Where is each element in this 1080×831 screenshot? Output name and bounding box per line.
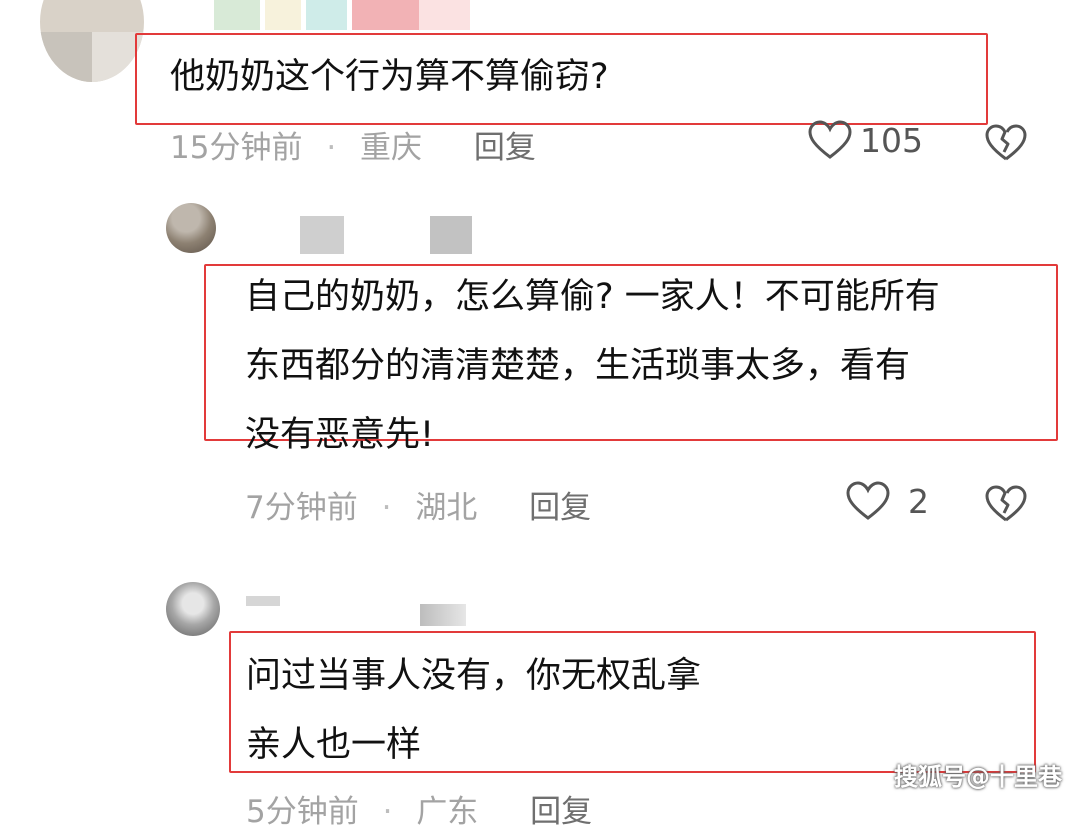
comment-time: 5分钟前	[246, 794, 359, 830]
avatar[interactable]	[166, 582, 220, 636]
comment-location: 广东	[416, 794, 479, 830]
comment-line: 东西都分的清清楚楚，生活琐事太多，看有	[245, 346, 911, 386]
comment-location: 湖北	[415, 490, 478, 526]
separator: ·	[382, 794, 393, 830]
heart-icon	[846, 481, 890, 520]
separator: ·	[326, 130, 337, 166]
reply-button[interactable]: 回复	[474, 130, 536, 166]
comment-text: 问过当事人没有，你无权乱拿 亲人也一样	[246, 642, 701, 780]
like-count: 105	[860, 120, 923, 160]
username-mosaic	[300, 216, 344, 254]
avatar[interactable]	[40, 0, 144, 82]
comment-line: 自己的奶奶，怎么算偷? 一家人！不可能所有	[245, 277, 940, 317]
username-mosaic	[246, 596, 280, 606]
avatar[interactable]	[166, 203, 216, 253]
watermark: 搜狐号@十里巷	[894, 763, 1062, 791]
comment-location: 重庆	[360, 130, 423, 166]
dislike-button[interactable]	[985, 485, 1027, 527]
reply-button[interactable]: 回复	[529, 490, 591, 526]
username-mosaic-top	[214, 0, 470, 30]
comment-line: 他奶奶这个行为算不算偷窃?	[170, 57, 609, 97]
comment-meta: 15分钟前 · 重庆 回复	[170, 122, 536, 167]
heart-icon	[808, 120, 852, 159]
comment-time: 15分钟前	[170, 130, 303, 166]
dislike-button[interactable]	[985, 124, 1027, 166]
comment-text: 自己的奶奶，怎么算偷? 一家人！不可能所有 东西都分的清清楚楚，生活琐事太多，看…	[245, 263, 940, 470]
like-count: 2	[908, 481, 929, 521]
broken-heart-icon	[985, 124, 1027, 161]
comment-meta: 5分钟前 · 广东 回复	[246, 786, 592, 831]
comment-time: 7分钟前	[245, 490, 358, 526]
comment-line: 没有恶意先!	[245, 415, 435, 455]
broken-heart-icon	[985, 485, 1027, 522]
like-button[interactable]: 105	[808, 120, 923, 160]
username-mosaic	[420, 604, 466, 626]
reply-button[interactable]: 回复	[530, 794, 592, 830]
comment-meta: 7分钟前 · 湖北 回复	[245, 482, 591, 527]
comment-line: 问过当事人没有，你无权乱拿	[246, 656, 702, 696]
like-button[interactable]: 2	[846, 481, 929, 521]
username-mosaic	[430, 216, 472, 254]
separator: ·	[381, 490, 392, 526]
comment-line: 亲人也一样	[246, 725, 422, 765]
comment-text: 他奶奶这个行为算不算偷窃?	[170, 43, 609, 112]
